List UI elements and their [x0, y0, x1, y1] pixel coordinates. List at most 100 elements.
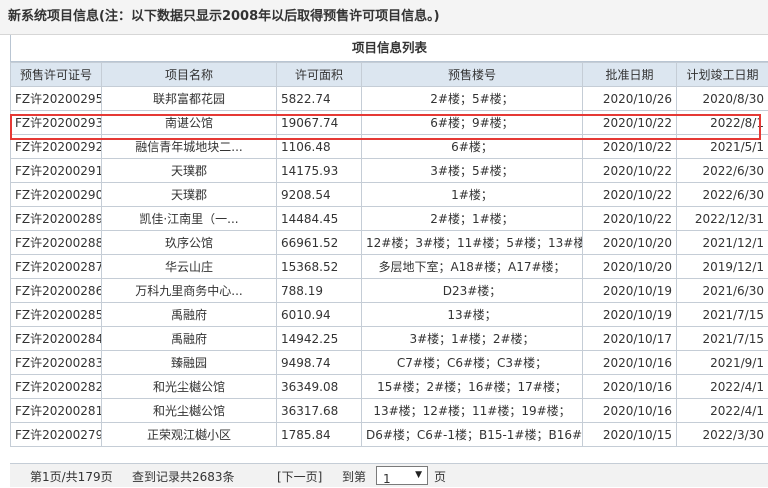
table-row[interactable]: FZ许20200289凯佳·江南里（一...14484.452#楼；1#楼；20…: [11, 207, 768, 231]
completion-date-cell: 2022/12/31: [677, 207, 768, 231]
column-header-buildings[interactable]: 预售楼号: [362, 63, 583, 87]
project-table: 预售许可证号 项目名称 许可面积 预售楼号 批准日期 计划竣工日期 FZ许202…: [10, 62, 768, 447]
project-name-cell[interactable]: 天璞郡: [102, 159, 277, 183]
column-header-area[interactable]: 许可面积: [277, 63, 362, 87]
permit-number-cell[interactable]: FZ许20200291: [11, 159, 102, 183]
approval-date-cell: 2020/10/15: [583, 423, 677, 447]
completion-date-cell: 2021/5/1: [677, 135, 768, 159]
project-name-cell[interactable]: 联邦富都花园: [102, 87, 277, 111]
column-header-permit[interactable]: 预售许可证号: [11, 63, 102, 87]
table-row[interactable]: FZ许20200286万科九里商务中心...788.19D23#楼；2020/1…: [11, 279, 768, 303]
approval-date-cell: 2020/10/16: [583, 375, 677, 399]
completion-date-cell: 2021/7/15: [677, 327, 768, 351]
table-row[interactable]: FZ许20200295联邦富都花园5822.742#楼；5#楼；2020/10/…: [11, 87, 768, 111]
table-header-row: 预售许可证号 项目名称 许可面积 预售楼号 批准日期 计划竣工日期: [11, 63, 768, 87]
area-cell: 19067.74: [277, 111, 362, 135]
project-name-cell[interactable]: 和光尘樾公馆: [102, 399, 277, 423]
completion-date-cell: 2019/12/1: [677, 255, 768, 279]
project-name-cell[interactable]: 华云山庄: [102, 255, 277, 279]
table-row[interactable]: FZ许20200293南谌公馆19067.746#楼；9#楼；2020/10/2…: [11, 111, 768, 135]
record-count: 查到记录共2683条: [132, 468, 235, 485]
project-name-cell[interactable]: 南谌公馆: [102, 111, 277, 135]
permit-number-cell[interactable]: FZ许20200284: [11, 327, 102, 351]
permit-number-cell[interactable]: FZ许20200285: [11, 303, 102, 327]
building-cell: D6#楼；C6#-1楼；B15-1#楼；B16#...: [362, 423, 583, 447]
approval-date-cell: 2020/10/20: [583, 255, 677, 279]
completion-date-cell: 2021/6/30: [677, 279, 768, 303]
table-row[interactable]: FZ许20200281和光尘樾公馆36317.6813#楼；12#楼；11#楼；…: [11, 399, 768, 423]
project-name-cell[interactable]: 玖序公馆: [102, 231, 277, 255]
permit-number-cell[interactable]: FZ许20200287: [11, 255, 102, 279]
table-row[interactable]: FZ许20200292融信青年城地块二...1106.486#楼；2020/10…: [11, 135, 768, 159]
table-row[interactable]: FZ许20200291天璞郡14175.933#楼；5#楼；2020/10/22…: [11, 159, 768, 183]
table-row[interactable]: FZ许20200285禹融府6010.9413#楼；2020/10/192021…: [11, 303, 768, 327]
permit-number-cell[interactable]: FZ许20200288: [11, 231, 102, 255]
table-row[interactable]: FZ许20200282和光尘樾公馆36349.0815#楼；2#楼；16#楼；1…: [11, 375, 768, 399]
permit-number-cell[interactable]: FZ许20200286: [11, 279, 102, 303]
project-name-cell[interactable]: 天璞郡: [102, 183, 277, 207]
table-row[interactable]: FZ许20200290天璞郡9208.541#楼；2020/10/222022/…: [11, 183, 768, 207]
approval-date-cell: 2020/10/22: [583, 135, 677, 159]
area-cell: 1785.84: [277, 423, 362, 447]
table-row[interactable]: FZ许20200283臻融园9498.74C7#楼；C6#楼；C3#楼；2020…: [11, 351, 768, 375]
completion-date-cell: 2022/8/1: [677, 111, 768, 135]
building-cell: D23#楼；: [362, 279, 583, 303]
area-cell: 1106.48: [277, 135, 362, 159]
pagination-bar: 第1页/共179页 查到记录共2683条 [下一页] 到第 1 ▼ 页: [10, 463, 768, 487]
area-cell: 15368.52: [277, 255, 362, 279]
table-row[interactable]: FZ许20200284禹融府14942.253#楼；1#楼；2#楼；2020/1…: [11, 327, 768, 351]
notice-header: 新系统项目信息(注：以下数据只显示2008年以后取得预售许可项目信息。): [0, 0, 768, 35]
column-header-completion-date[interactable]: 计划竣工日期: [677, 63, 768, 87]
building-cell: 2#楼；1#楼；: [362, 207, 583, 231]
column-header-name[interactable]: 项目名称: [102, 63, 277, 87]
building-cell: 2#楼；5#楼；: [362, 87, 583, 111]
permit-number-cell[interactable]: FZ许20200279: [11, 423, 102, 447]
approval-date-cell: 2020/10/20: [583, 231, 677, 255]
permit-number-cell[interactable]: FZ许20200292: [11, 135, 102, 159]
page-suffix: 页: [434, 468, 446, 485]
column-header-approval-date[interactable]: 批准日期: [583, 63, 677, 87]
building-cell: 12#楼；3#楼；11#楼；5#楼；13#楼...: [362, 231, 583, 255]
page-select[interactable]: 1 ▼: [376, 466, 428, 485]
project-name-cell[interactable]: 臻融园: [102, 351, 277, 375]
approval-date-cell: 2020/10/17: [583, 327, 677, 351]
area-cell: 14942.25: [277, 327, 362, 351]
building-cell: 3#楼；5#楼；: [362, 159, 583, 183]
approval-date-cell: 2020/10/22: [583, 111, 677, 135]
building-cell: 13#楼；12#楼；11#楼；19#楼；: [362, 399, 583, 423]
completion-date-cell: 2021/9/1: [677, 351, 768, 375]
permit-number-cell[interactable]: FZ许20200290: [11, 183, 102, 207]
project-name-cell[interactable]: 禹融府: [102, 303, 277, 327]
project-name-cell[interactable]: 凯佳·江南里（一...: [102, 207, 277, 231]
goto-label: 到第: [342, 468, 366, 485]
approval-date-cell: 2020/10/22: [583, 159, 677, 183]
completion-date-cell: 2022/4/1: [677, 399, 768, 423]
project-name-cell[interactable]: 禹融府: [102, 327, 277, 351]
permit-number-cell[interactable]: FZ许20200283: [11, 351, 102, 375]
permit-number-cell[interactable]: FZ许20200281: [11, 399, 102, 423]
table-row[interactable]: FZ许20200288玖序公馆66961.5212#楼；3#楼；11#楼；5#楼…: [11, 231, 768, 255]
project-name-cell[interactable]: 万科九里商务中心...: [102, 279, 277, 303]
approval-date-cell: 2020/10/22: [583, 183, 677, 207]
completion-date-cell: 2022/3/30: [677, 423, 768, 447]
table-row[interactable]: FZ许20200279正荣观江樾小区1785.84D6#楼；C6#-1楼；B15…: [11, 423, 768, 447]
permit-number-cell[interactable]: FZ许20200289: [11, 207, 102, 231]
next-page-link[interactable]: [下一页]: [277, 468, 322, 485]
table-row[interactable]: FZ许20200287华云山庄15368.52多层地下室；A18#楼；A17#楼…: [11, 255, 768, 279]
building-cell: 6#楼；: [362, 135, 583, 159]
permit-number-cell[interactable]: FZ许20200282: [11, 375, 102, 399]
approval-date-cell: 2020/10/26: [583, 87, 677, 111]
dropdown-arrow-icon: ▼: [415, 467, 422, 484]
completion-date-cell: 2022/4/1: [677, 375, 768, 399]
building-cell: 1#楼；: [362, 183, 583, 207]
table-body: FZ许20200295联邦富都花园5822.742#楼；5#楼；2020/10/…: [11, 87, 768, 447]
project-name-cell[interactable]: 正荣观江樾小区: [102, 423, 277, 447]
completion-date-cell: 2021/12/1: [677, 231, 768, 255]
permit-number-cell[interactable]: FZ许20200293: [11, 111, 102, 135]
project-name-cell[interactable]: 和光尘樾公馆: [102, 375, 277, 399]
area-cell: 36349.08: [277, 375, 362, 399]
permit-number-cell[interactable]: FZ许20200295: [11, 87, 102, 111]
area-cell: 9208.54: [277, 183, 362, 207]
page-select-value: 1: [383, 471, 391, 488]
project-name-cell[interactable]: 融信青年城地块二...: [102, 135, 277, 159]
